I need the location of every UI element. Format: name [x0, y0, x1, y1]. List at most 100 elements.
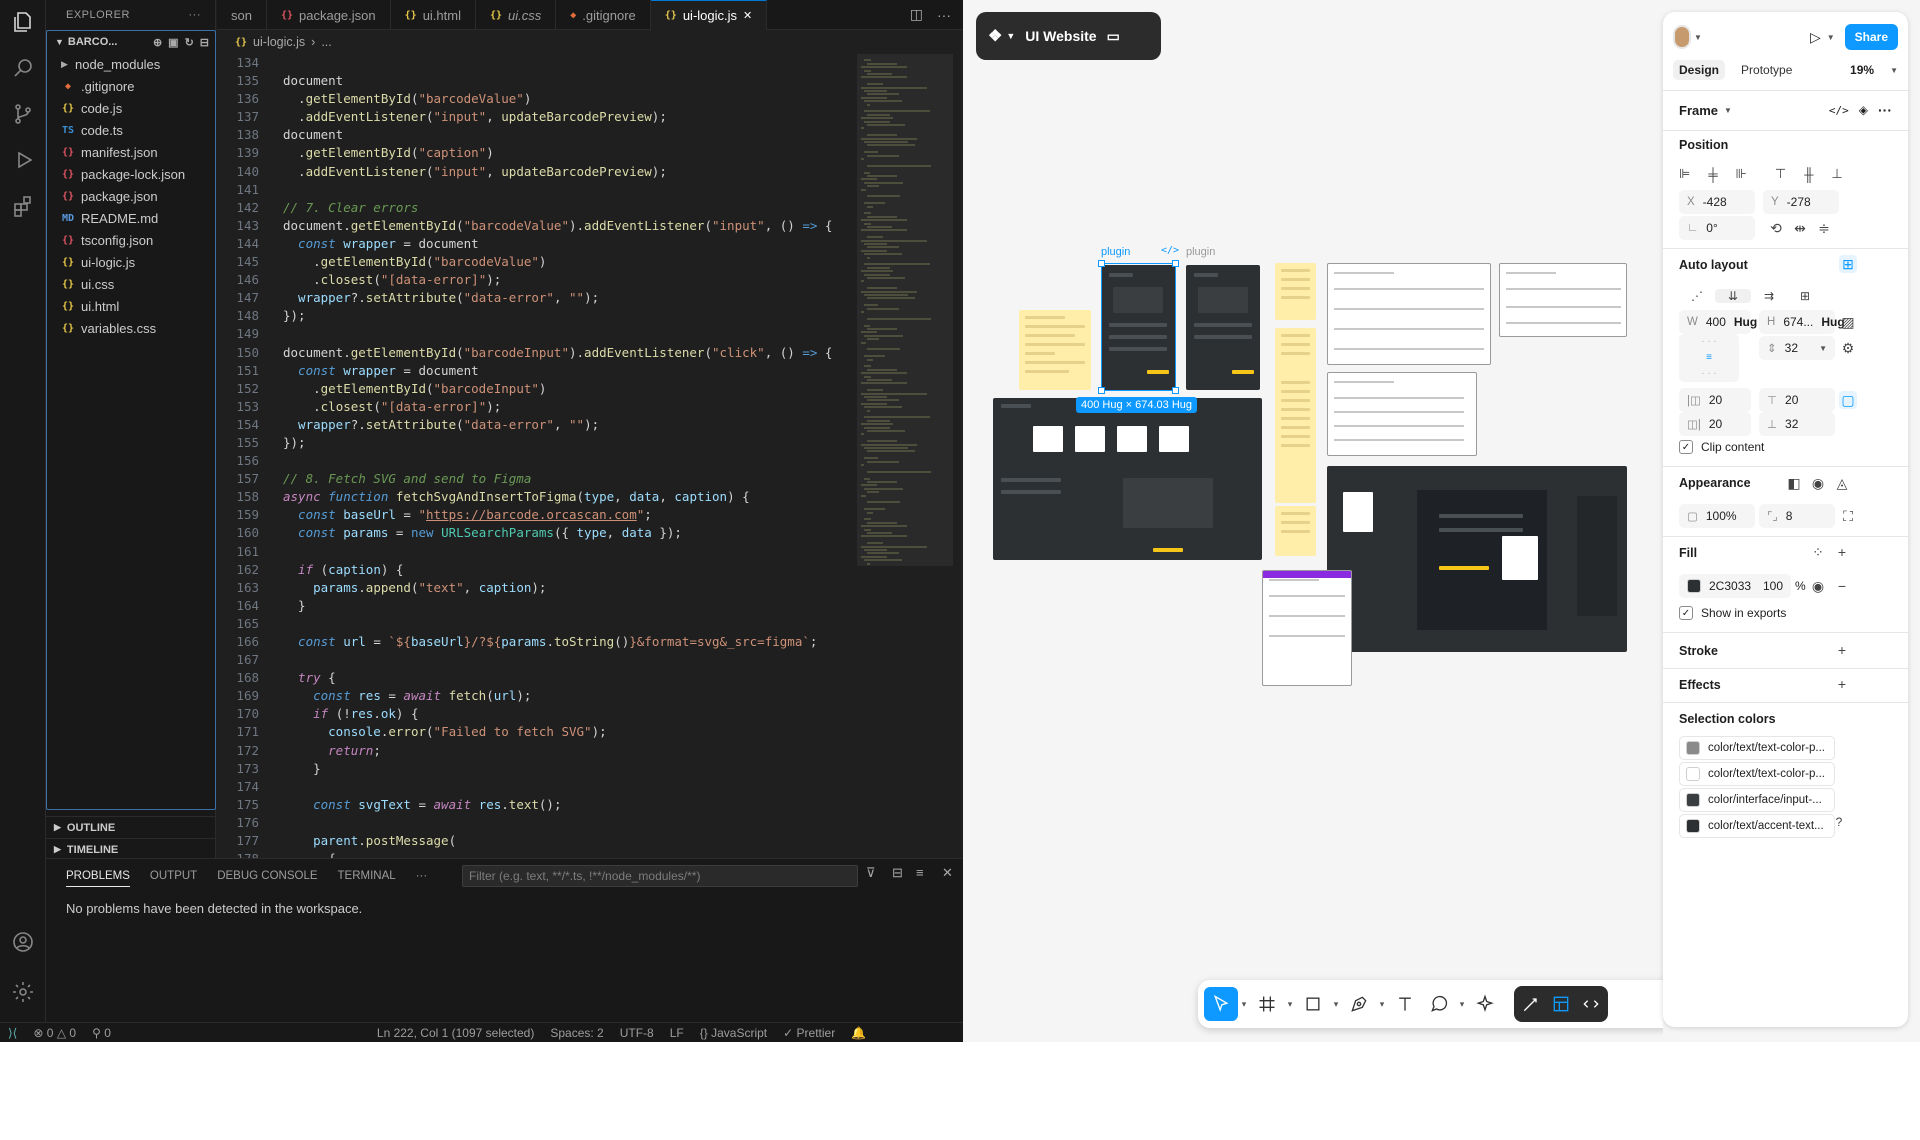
file-item[interactable]: {} package-lock.json — [47, 163, 215, 185]
code-line[interactable]: 149 — [217, 325, 857, 343]
present-play-icon[interactable]: ▷ — [1810, 29, 1821, 46]
resize-handle[interactable] — [1172, 387, 1179, 394]
code-line[interactable]: 138 document — [217, 126, 857, 144]
code-line[interactable]: 153 .closest("[data-error]"); — [217, 398, 857, 416]
code-line[interactable]: 169 const res = await fetch(url); — [217, 687, 857, 705]
selection-color-item[interactable]: color/text/text-color-p... — [1679, 762, 1835, 786]
code-icon[interactable]: </> — [1829, 104, 1849, 117]
outline-section[interactable]: ▶ OUTLINE — [46, 816, 216, 838]
table-frame[interactable] — [1327, 263, 1491, 365]
code-line[interactable]: 141 — [217, 181, 857, 199]
align-v-center-icon[interactable]: ╫ — [1804, 167, 1813, 182]
code-line[interactable]: 134 — [217, 54, 857, 72]
selection-color-item[interactable]: color/text/accent-text... — [1679, 814, 1835, 838]
frame-label-plugin[interactable]: plugin — [1186, 246, 1215, 258]
eye-icon[interactable]: ◉ — [1809, 474, 1827, 492]
selection-color-item[interactable]: color/text/text-color-p... — [1679, 736, 1835, 760]
rotation-field[interactable]: ∟ 0° — [1679, 216, 1755, 240]
chevron-down-icon[interactable]: ▾ — [1284, 999, 1296, 1010]
file-item[interactable]: {} ui.html — [47, 295, 215, 317]
dev-mode-icon[interactable] — [1576, 989, 1606, 1019]
align-right-icon[interactable]: ⊪ — [1736, 166, 1747, 182]
share-button[interactable]: Share — [1844, 24, 1898, 50]
tab-terminal[interactable]: TERMINAL — [338, 870, 396, 882]
sticky-note[interactable] — [1275, 328, 1316, 377]
editor-tab[interactable]: {} ui.html — [391, 0, 476, 30]
resize-handle[interactable] — [1098, 260, 1105, 267]
fill-color-field[interactable]: 2C3033 100 — [1679, 574, 1791, 598]
clip-content-checkbox[interactable]: ✓ Clip content — [1679, 440, 1764, 454]
file-title[interactable]: UI Website — [1025, 28, 1096, 44]
run-debug-icon[interactable] — [11, 148, 35, 172]
code-line[interactable]: 147 wrapper?.setAttribute("data-error", … — [217, 289, 857, 307]
align-bottom-icon[interactable]: ⊥ — [1831, 166, 1842, 182]
editor-tab[interactable]: {} ui.css — [476, 0, 557, 30]
plugin-wide-frame[interactable] — [993, 398, 1262, 560]
file-item[interactable]: ◆ .gitignore — [47, 75, 215, 97]
workspace-root[interactable]: ▼ BARCO... ⊕ ▣ ↻ ⊟ — [47, 31, 215, 53]
code-line[interactable]: 150 document.getElementById("barcodeInput… — [217, 344, 857, 362]
code-line[interactable]: 175 const svgText = await res.text(); — [217, 796, 857, 814]
rotate-icon[interactable]: ⟲ — [1767, 219, 1785, 237]
editor-tab[interactable]: {} ui-logic.js ✕ — [650, 0, 768, 30]
padding-right-field[interactable]: ◫| 20 — [1679, 412, 1751, 436]
more-options-icon[interactable]: ··· — [1878, 102, 1892, 118]
individual-padding-icon[interactable]: ▢ — [1839, 391, 1857, 409]
code-line[interactable]: 162 if (caption) { — [217, 561, 857, 579]
resize-handle[interactable] — [1172, 260, 1179, 267]
close-tab-icon[interactable]: ✕ — [743, 9, 752, 22]
chevron-down-icon[interactable]: ▾ — [1376, 999, 1388, 1010]
layout-horizontal-icon[interactable]: ⇉ — [1751, 289, 1787, 303]
code-line[interactable]: 174 — [217, 778, 857, 796]
sticky-note[interactable] — [1275, 375, 1316, 503]
more-actions-icon[interactable]: ··· — [189, 9, 202, 21]
gap-field[interactable]: ⇕ 32 ▼ — [1759, 336, 1835, 360]
opacity-field[interactable]: ▢ 100% — [1679, 504, 1755, 528]
design-mode-icon[interactable] — [1546, 989, 1576, 1019]
chevron-down-icon[interactable]: ▾ — [1238, 999, 1250, 1010]
filter-icon[interactable]: ⊽ — [866, 865, 876, 881]
encoding[interactable]: UTF-8 — [612, 1026, 662, 1040]
show-in-exports-checkbox[interactable]: ✓ Show in exports — [1679, 606, 1786, 620]
code-editor[interactable]: 134 135 document 136 .getElementById("barco… — [217, 54, 857, 858]
code-line[interactable]: 137 .addEventListener("input", updateBar… — [217, 108, 857, 126]
notifications-bell-icon[interactable]: 🔔 — [843, 1026, 874, 1040]
code-line[interactable]: 170 if (!res.ok) { — [217, 705, 857, 723]
align-left-icon[interactable]: ⊫ — [1679, 166, 1690, 182]
color-swatch[interactable] — [1686, 819, 1700, 833]
code-line[interactable]: 143 document.getElementById("barcodeValue… — [217, 217, 857, 235]
color-swatch[interactable] — [1686, 793, 1700, 807]
settings-gear-icon[interactable] — [11, 980, 35, 1004]
figma-logo-icon[interactable]: ❖ — [988, 26, 1002, 46]
height-field[interactable]: H 674... Hug — [1759, 310, 1845, 334]
rectangle-tool-icon[interactable] — [1296, 987, 1330, 1021]
line-ending[interactable]: LF — [662, 1026, 692, 1040]
tab-problems[interactable]: PROBLEMS — [66, 865, 130, 887]
code-line[interactable]: 155}); — [217, 434, 857, 452]
editor-tab[interactable]: son — [217, 0, 267, 30]
refresh-icon[interactable]: ↻ — [185, 36, 194, 49]
add-effect-icon[interactable]: + — [1833, 675, 1851, 693]
code-line[interactable]: 156 — [217, 452, 857, 470]
flip-horizontal-icon[interactable]: ⇹ — [1791, 219, 1809, 237]
add-stroke-icon[interactable]: + — [1833, 641, 1851, 659]
draw-mode-icon[interactable] — [1516, 989, 1546, 1019]
code-line[interactable]: 161 — [217, 543, 857, 561]
color-swatch[interactable] — [1686, 741, 1700, 755]
frame-label-plugin[interactable]: plugin — [1101, 246, 1130, 258]
style-grid-icon[interactable]: ⁘ — [1809, 543, 1827, 561]
file-item[interactable]: TS code.ts — [47, 119, 215, 141]
editor-tab[interactable]: {} package.json — [267, 0, 391, 30]
code-line[interactable]: 163 params.append("text", caption); — [217, 579, 857, 597]
timeline-section[interactable]: ▶ TIMELINE — [46, 838, 216, 860]
code-line[interactable]: 136 .getElementById("barcodeValue") — [217, 90, 857, 108]
eye-icon[interactable]: ◉ — [1809, 577, 1827, 595]
layout-settings-icon[interactable]: ⚙ — [1839, 339, 1857, 357]
minimap[interactable] — [857, 54, 963, 858]
code-line[interactable]: 148}); — [217, 307, 857, 325]
code-line[interactable]: 164 } — [217, 597, 857, 615]
explorer-icon[interactable] — [11, 10, 35, 34]
sticky-note[interactable] — [1275, 263, 1316, 320]
alignment-matrix[interactable]: · · · ≡ · · · — [1679, 334, 1739, 382]
source-control-icon[interactable] — [11, 102, 35, 126]
